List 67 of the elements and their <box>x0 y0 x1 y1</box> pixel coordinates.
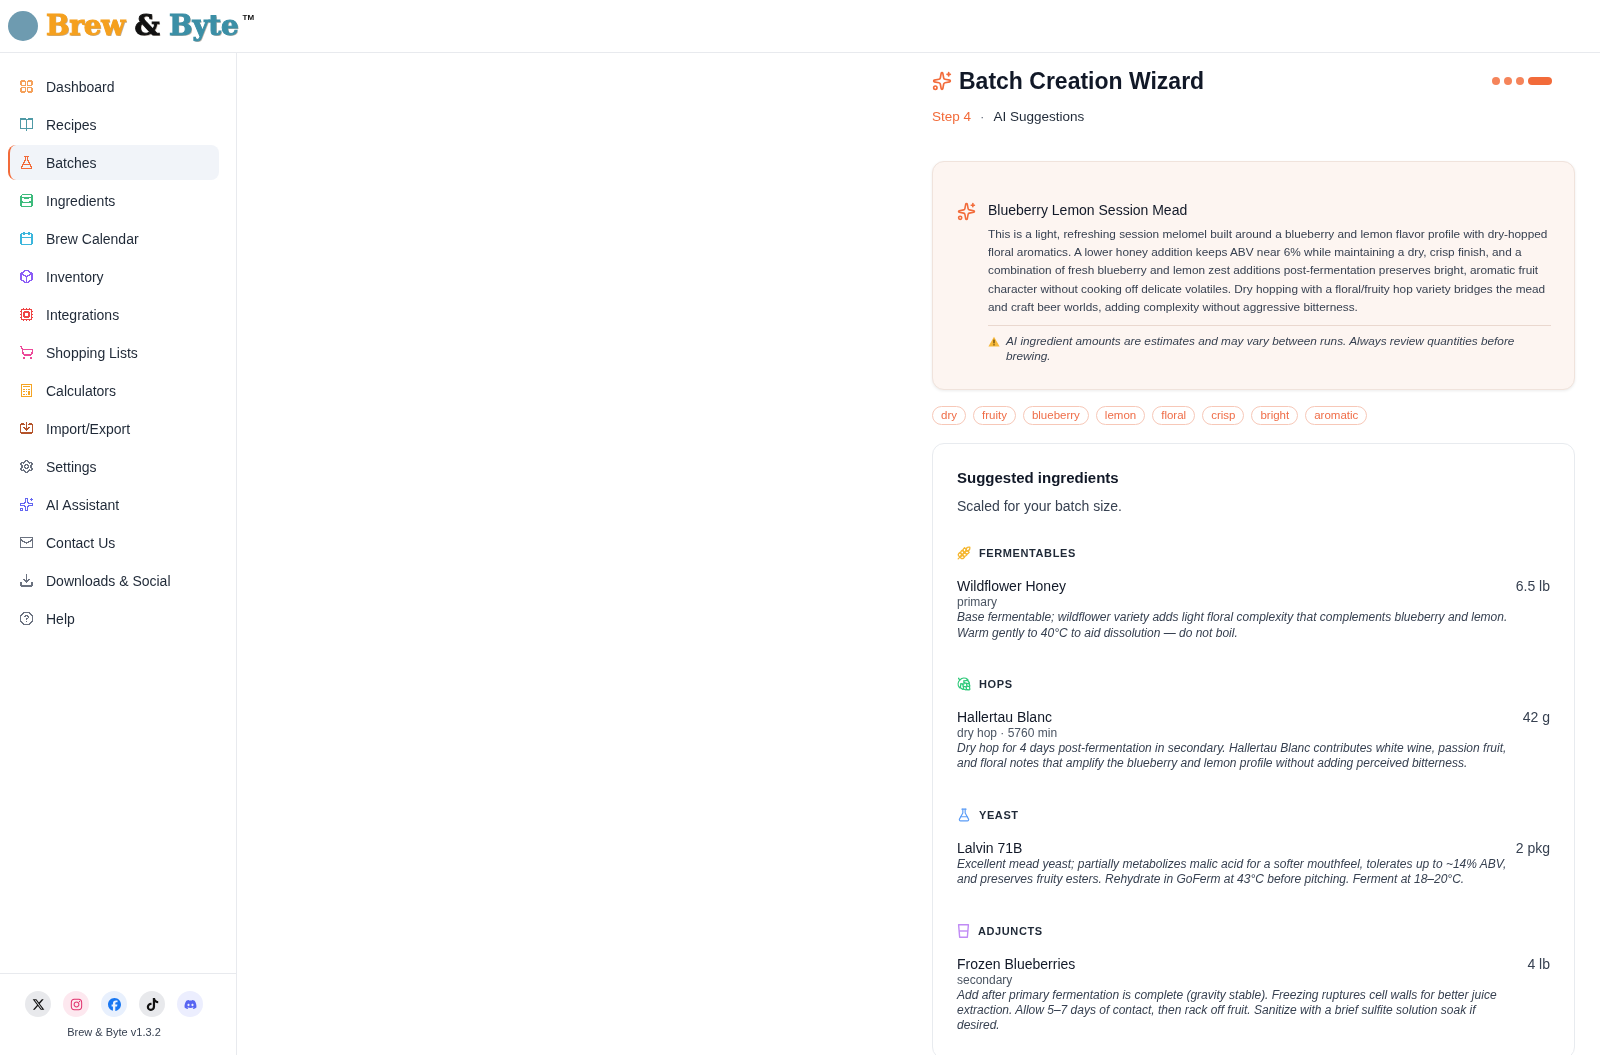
flavor-tag: fruity <box>973 405 1016 425</box>
flavor-tag: blueberry <box>1022 405 1089 425</box>
step-number: Step 4 <box>932 108 972 126</box>
version-label: Brew & Byte v1.3.2 <box>67 1025 161 1039</box>
flavor-tag: bright <box>1251 405 1299 425</box>
cup-icon <box>957 923 970 938</box>
sparkles-icon <box>932 71 952 91</box>
separator-dot: · <box>980 108 985 126</box>
recipe-description: This is a light, refreshing session melomel built around a blueberry and lemon flavor profile with dry-hopped floral aromatics. A lower honey addition keeps ABV near 6% while maintaining a dry, crisp finish, and a combination of fresh blueberry and lemon zest additions post-fermentation preserves bright, aromatic fruit character without cooking off delicate volatiles. Dry hopping with a floral/fruity hop variety bridges the mead and craft beer worlds, adding complexity without aggressive bitterness. <box>988 225 1549 317</box>
ingredient-amount: 6.5 lb <box>1515 577 1550 597</box>
flavor-tag: lemon <box>1095 405 1146 425</box>
logo-text: Brew & Byte <box>46 9 239 43</box>
ingredient-note: Dry hop for 4 days post-fermentation in secondary. Hallertau Blanc contributes white wine, passion fruit, and floral notes that amplify the blueberry and lemon profile without adding perceived bitterness. <box>957 740 1508 772</box>
nav-item[interactable]: Brew Calendar <box>8 221 219 256</box>
warning-icon <box>988 335 1000 347</box>
ingredient-name: Frozen Blueberries <box>957 954 1077 973</box>
ingredient-amount: 42 g <box>1522 707 1550 727</box>
nav-item[interactable]: Integrations <box>8 297 219 332</box>
nav-item[interactable]: Batches <box>8 145 219 180</box>
nav-item[interactable]: Dashboard <box>8 69 219 104</box>
sparkles-icon <box>957 202 976 221</box>
facebook-icon[interactable] <box>101 991 127 1017</box>
instagram-icon[interactable] <box>63 991 89 1017</box>
nav-item[interactable]: Inventory <box>8 259 219 294</box>
tiktok-icon[interactable] <box>139 991 165 1017</box>
section-title: Suggested ingredients <box>957 467 1120 488</box>
nav-item[interactable]: Recipes <box>8 107 219 142</box>
category-label: YEAST <box>979 808 1019 821</box>
category-label: HOPS <box>979 677 1013 690</box>
discord-icon[interactable] <box>177 991 203 1017</box>
ingredient-amount: 4 lb <box>1527 954 1550 974</box>
nav-item[interactable]: Contact Us <box>8 525 219 560</box>
ingredient-detail: dry hop · 5760 min <box>957 725 1059 741</box>
ingredient-note: Excellent mead yeast; partially metabolizes malic acid for a softer mouthfeel, tolerates up to ~14% ABV, and preserves fruity esters. Rehydrate in GoFerm at 43°C before pitching. Ferment at 18–20°C. <box>957 856 1508 888</box>
ingredient-name: Hallertau Blanc <box>957 707 1053 726</box>
recipe-title: Blueberry Lemon Session Mead <box>988 201 1189 220</box>
step-name: AI Suggestions <box>993 108 1085 126</box>
ingredient-detail: primary <box>957 595 998 611</box>
section-subtitle: Scaled for your batch size. <box>957 497 1123 516</box>
flavor-tag: crisp <box>1202 405 1245 425</box>
nav-item[interactable]: Settings <box>8 449 219 484</box>
flask-icon <box>957 807 971 822</box>
hop-icon <box>957 676 971 691</box>
flavor-tag: aromatic <box>1305 405 1368 425</box>
avatar-placeholder <box>8 11 38 41</box>
ingredient-note: Base fermentable; wildflower variety adds light floral complexity that complements blueberry and lemon. Warm gently to 40°C to aid dissolution — do not boil. <box>957 610 1508 641</box>
category-label: FERMENTABLES <box>979 547 1076 560</box>
ingredient-note: Add after primary fermentation is complete (gravity stable). Freezing ruptures cell walls for better juice extraction. Allow 5–7 days of contact, then rack off fruit. Sanitize with a brief sulfite solution soak if desired. <box>957 987 1498 1034</box>
ingredient-name: Wildflower Honey <box>957 577 1067 596</box>
warning-text: AI ingredient amounts are estimates and may vary between runs. Always review quantities before brewing. <box>1006 333 1516 364</box>
trademark-label: TM <box>242 13 255 22</box>
ingredient-name: Lalvin 71B <box>957 838 1024 857</box>
page-title: Batch Creation Wizard <box>959 67 1205 95</box>
nav-item[interactable]: Calculators <box>8 373 219 408</box>
flavor-tag: floral <box>1152 405 1196 425</box>
nav-item[interactable]: Import/Export <box>8 411 219 446</box>
nav-item[interactable]: Ingredients <box>8 183 219 218</box>
nav-item[interactable]: AI Assistant <box>8 487 219 522</box>
x-logo-icon[interactable] <box>25 991 51 1017</box>
ingredient-detail: secondary <box>957 972 1014 988</box>
ingredient-amount: 2 pkg <box>1515 838 1550 858</box>
wheat-icon <box>957 546 971 561</box>
nav-item[interactable]: Downloads & Social <box>8 563 219 598</box>
nav-item[interactable]: Help <box>8 601 219 636</box>
nav-item[interactable]: Shopping Lists <box>8 335 219 370</box>
flavor-tag: dry <box>932 405 966 425</box>
category-label: ADJUNCTS <box>978 924 1043 937</box>
